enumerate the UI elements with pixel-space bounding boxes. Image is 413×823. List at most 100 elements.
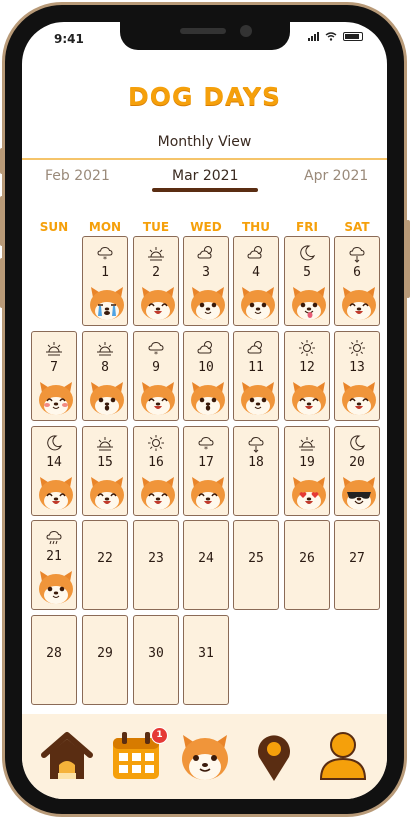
- status-time: 9:41: [54, 32, 84, 46]
- day-cell-31[interactable]: 31: [183, 615, 229, 705]
- day-cell-16[interactable]: 16: [133, 426, 179, 516]
- day-number: 11: [248, 360, 264, 375]
- wifi-icon: [325, 32, 337, 41]
- day-cell-28[interactable]: 28: [31, 615, 77, 705]
- day-number: 28: [46, 646, 62, 661]
- day-number: 18: [248, 455, 264, 470]
- day-number: 9: [152, 360, 160, 375]
- weekday-sun: SUN: [39, 220, 69, 234]
- power-button: [406, 220, 410, 298]
- notch: [120, 22, 290, 50]
- partly-cloudy-icon: [184, 338, 228, 362]
- dog-mood-happy-icon: [37, 475, 75, 515]
- day-cell-2[interactable]: 2: [133, 236, 179, 326]
- partly-cloudy-icon: [234, 243, 278, 267]
- day-number: 2: [152, 265, 160, 280]
- sunrise-icon: [32, 338, 76, 362]
- dog-mood-calm-icon: [189, 285, 227, 325]
- volume-up-button: [0, 196, 4, 246]
- day-cell-1[interactable]: * 1: [82, 236, 128, 326]
- day-cell-3[interactable]: 3: [183, 236, 229, 326]
- day-number: 20: [349, 455, 365, 470]
- day-number: 12: [299, 360, 315, 375]
- rain-icon: [32, 527, 76, 551]
- day-number: 15: [97, 455, 113, 470]
- day-cell-20[interactable]: 20: [334, 426, 380, 516]
- day-cell-21[interactable]: 21: [31, 520, 77, 610]
- sun-icon: [134, 433, 178, 457]
- dog-mood-calm-icon: [239, 380, 277, 420]
- day-cell-13[interactable]: 13: [334, 331, 380, 421]
- month-selected-indicator: [152, 188, 258, 192]
- day-cell-19[interactable]: 19: [284, 426, 330, 516]
- calendar-badge: 1: [151, 727, 168, 744]
- month-prev[interactable]: Feb 2021: [45, 168, 110, 184]
- svg-text:*: *: [154, 350, 158, 358]
- tab-home[interactable]: [40, 729, 94, 783]
- dog-mood-love-icon: [290, 475, 328, 515]
- day-number: 1: [101, 265, 109, 280]
- day-cell-27[interactable]: 27: [334, 520, 380, 610]
- day-cell-12[interactable]: 12: [284, 331, 330, 421]
- day-cell-14[interactable]: 14: [31, 426, 77, 516]
- day-number: 17: [198, 455, 214, 470]
- dog-mood-happy-icon: [340, 285, 378, 325]
- day-cell-30[interactable]: 30: [133, 615, 179, 705]
- tab-profile[interactable]: [316, 729, 370, 783]
- day-cell-11[interactable]: 11: [233, 331, 279, 421]
- dog-mood-crying-icon: [88, 285, 126, 325]
- rain-cloud-icon: [335, 243, 379, 267]
- dog-mood-happy-icon: [139, 285, 177, 325]
- tab-calendar[interactable]: 1: [109, 727, 168, 783]
- dog-mood-happy-icon: [189, 475, 227, 515]
- home-icon: [41, 732, 93, 779]
- day-cell-5[interactable]: 5: [284, 236, 330, 326]
- day-cell-4[interactable]: 4: [233, 236, 279, 326]
- day-cell-18[interactable]: 18: [233, 426, 279, 516]
- tab-dog[interactable]: [178, 729, 232, 783]
- svg-text:*: *: [204, 445, 208, 453]
- weekday-mon: MON: [88, 220, 122, 234]
- rain-cloud-icon: [234, 433, 278, 457]
- dog-face-icon: [182, 735, 228, 780]
- sun-icon: [285, 338, 329, 362]
- weekday-fri: FRI: [296, 220, 318, 234]
- day-cell-6[interactable]: 6: [334, 236, 380, 326]
- day-cell-7[interactable]: 7: [31, 331, 77, 421]
- day-cell-23[interactable]: 23: [133, 520, 179, 610]
- day-cell-26[interactable]: 26: [284, 520, 330, 610]
- sunrise-icon: [83, 338, 127, 362]
- app-screen: 9:41 DOG DAYS Monthly View Feb 2021 Mar …: [22, 22, 387, 799]
- partly-cloudy-icon: [234, 338, 278, 362]
- day-cell-24[interactable]: 24: [183, 520, 229, 610]
- day-number: 5: [303, 265, 311, 280]
- day-number: 30: [148, 646, 164, 661]
- day-cell-10[interactable]: 10: [183, 331, 229, 421]
- day-number: 31: [198, 646, 214, 661]
- day-number: 26: [299, 551, 315, 566]
- dog-mood-surprised-icon: [189, 380, 227, 420]
- day-number: 22: [97, 551, 113, 566]
- sun-icon: [335, 338, 379, 362]
- day-cell-22[interactable]: 22: [82, 520, 128, 610]
- day-cell-17[interactable]: * 17: [183, 426, 229, 516]
- dog-mood-tongue-icon: [290, 285, 328, 325]
- dog-mood-cool-icon: [340, 475, 378, 515]
- day-cell-9[interactable]: * 9: [133, 331, 179, 421]
- day-number: 29: [97, 646, 113, 661]
- dog-mood-surprised-icon: [88, 380, 126, 420]
- day-cell-15[interactable]: 15: [82, 426, 128, 516]
- tab-location[interactable]: [247, 729, 301, 783]
- dog-mood-happy-icon: [88, 475, 126, 515]
- dog-mood-blush-icon: [37, 380, 75, 420]
- day-number: 4: [252, 265, 260, 280]
- month-next[interactable]: Apr 2021: [304, 168, 368, 184]
- month-current[interactable]: Mar 2021: [172, 168, 239, 184]
- day-number: 24: [198, 551, 214, 566]
- day-cell-8[interactable]: 8: [82, 331, 128, 421]
- volume-down-button: [0, 258, 4, 308]
- day-number: 13: [349, 360, 365, 375]
- day-cell-29[interactable]: 29: [82, 615, 128, 705]
- dog-mood-happy-icon: [340, 380, 378, 420]
- day-cell-25[interactable]: 25: [233, 520, 279, 610]
